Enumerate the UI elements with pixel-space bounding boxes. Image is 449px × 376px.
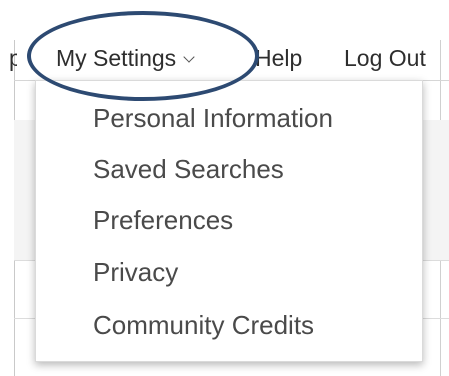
menu-item-privacy[interactable]: Privacy <box>93 255 178 289</box>
chevron-down-icon <box>183 51 195 63</box>
nav-item-truncated[interactable]: p <box>9 40 17 76</box>
nav-my-settings-label: My Settings <box>56 45 177 71</box>
menu-item-personal-information[interactable]: Personal Information <box>93 101 333 135</box>
menu-item-community-credits[interactable]: Community Credits <box>93 308 314 342</box>
nav-log-out[interactable]: Log Out <box>344 40 426 76</box>
menu-item-preferences[interactable]: Preferences <box>93 203 233 237</box>
settings-dropdown-menu: Personal Information Saved Searches Pref… <box>35 80 423 362</box>
menu-item-saved-searches[interactable]: Saved Searches <box>93 152 284 186</box>
screenshot-frame: p My Settings Help Log Out Personal Info… <box>0 0 449 376</box>
nav-my-settings[interactable]: My Settings <box>56 40 195 76</box>
top-navigation: p My Settings Help Log Out <box>0 40 449 76</box>
nav-help[interactable]: Help <box>255 40 302 76</box>
